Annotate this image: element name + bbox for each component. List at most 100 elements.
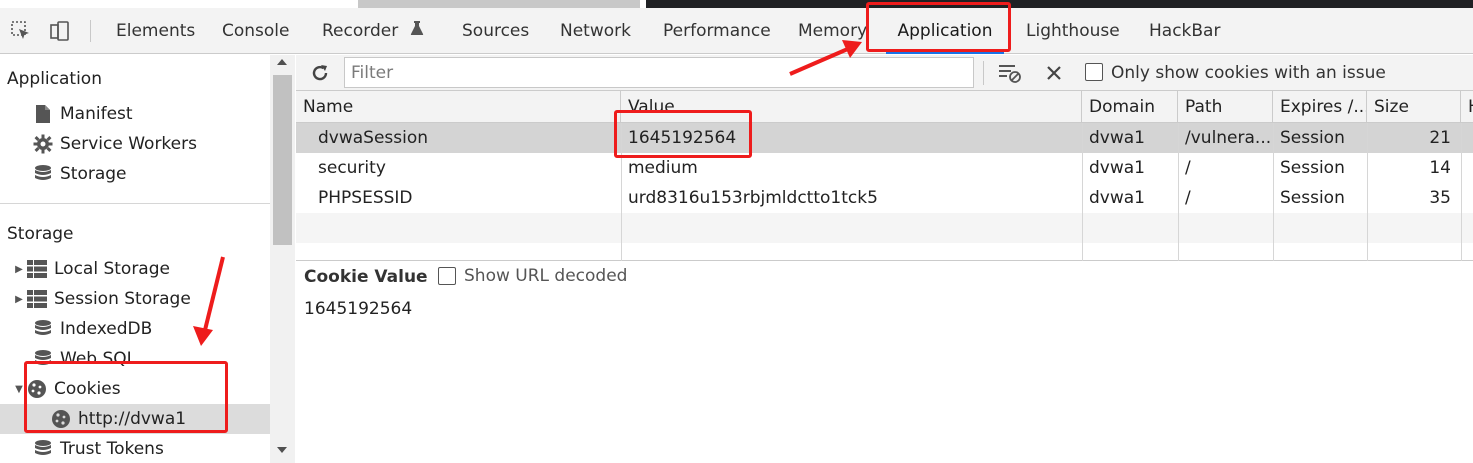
show-url-decoded-checkbox[interactable] [438, 267, 456, 285]
column-header-name[interactable]: Name [296, 91, 621, 123]
tab-recorder-label: Recorder [322, 21, 399, 41]
sidebar-divider [0, 203, 270, 204]
scroll-up-icon[interactable] [277, 59, 287, 65]
expand-arrow-icon[interactable]: ▶ [12, 294, 26, 305]
sidebar-item-storage[interactable]: Storage [0, 159, 270, 189]
scrollbar-thumb[interactable] [273, 75, 292, 245]
cell-domain: dvwa1 [1089, 158, 1145, 178]
cell-name: dvwaSession [318, 128, 429, 148]
tab-hackbar[interactable]: HackBar [1149, 8, 1220, 54]
sidebar-heading-application: Application [7, 69, 102, 89]
tab-performance[interactable]: Performance [663, 8, 771, 54]
tab-console[interactable]: Console [222, 8, 290, 54]
filter-input[interactable] [344, 57, 974, 88]
column-header-expires[interactable]: Expires /... [1273, 91, 1367, 123]
scroll-down-icon[interactable] [277, 447, 287, 453]
refresh-icon[interactable] [308, 61, 332, 85]
tab-lighthouse[interactable]: Lighthouse [1026, 8, 1120, 54]
cookie-value-title: Cookie Value [304, 267, 428, 287]
file-icon [32, 103, 54, 125]
browser-address-strip [646, 0, 1473, 8]
column-divider [1178, 123, 1179, 261]
gear-icon [32, 133, 54, 155]
table-row[interactable]: PHPSESSID urd8316u153rbjmldctto1tck5 dvw… [296, 183, 1473, 213]
column-header-size[interactable]: Size [1367, 91, 1461, 123]
sidebar-item-manifest[interactable]: Manifest [0, 99, 270, 129]
sidebar-item-cookies[interactable]: ▼ Cookies [0, 374, 270, 404]
device-toolbar-icon[interactable] [46, 18, 72, 44]
browser-top-strip [0, 0, 1473, 8]
sidebar-item-label: IndexedDB [60, 319, 153, 339]
application-sidebar: Application Manifest Service Workers Sto… [0, 55, 295, 463]
close-icon[interactable] [1042, 61, 1066, 85]
sidebar-item-label: http://dvwa1 [78, 409, 187, 429]
sidebar-item-service-workers[interactable]: Service Workers [0, 129, 270, 159]
sidebar-item-label: Trust Tokens [60, 439, 164, 459]
cell-value: medium [628, 158, 698, 178]
table-row-empty [296, 213, 1473, 243]
cookies-panel: Only show cookies with an issue Name Val… [296, 55, 1473, 463]
database-icon [32, 438, 54, 460]
cell-path: /vulnera... [1185, 128, 1272, 148]
cell-size: 14 [1429, 158, 1451, 178]
inspect-element-icon[interactable] [8, 18, 34, 44]
toolbar-separator [90, 20, 91, 42]
database-icon [32, 348, 54, 370]
tab-elements[interactable]: Elements [116, 8, 195, 54]
sidebar-item-web-sql[interactable]: Web SQL [0, 344, 270, 374]
cookie-value-text: 1645192564 [304, 299, 413, 319]
devtools-tab-bar: Elements Console Recorder Sources Networ… [0, 8, 1473, 54]
sidebar-item-session-storage[interactable]: ▶ Session Storage [0, 284, 270, 314]
table-row[interactable]: dvwaSession 1645192564 dvwa1 /vulnera...… [296, 123, 1473, 153]
sidebar-scrollbar[interactable] [270, 55, 295, 463]
column-header-path[interactable]: Path [1178, 91, 1273, 123]
tab-memory[interactable]: Memory [798, 8, 867, 54]
collapse-arrow-icon[interactable]: ▼ [12, 384, 26, 395]
grid-icon [26, 288, 48, 310]
sidebar-item-cookies-dvwa1[interactable]: http://dvwa1 [0, 404, 270, 434]
sidebar-item-label: Local Storage [54, 259, 170, 279]
cell-size: 21 [1429, 128, 1451, 148]
tab-recorder[interactable]: Recorder [322, 8, 424, 54]
cookies-toolbar: Only show cookies with an issue [296, 55, 1473, 91]
column-divider [1082, 123, 1083, 261]
cookies-table: Name Value Domain Path Expires /... Size… [296, 91, 1473, 261]
cell-value: 1645192564 [628, 128, 737, 148]
sidebar-item-trust-tokens[interactable]: Trust Tokens [0, 434, 270, 463]
column-divider [1273, 123, 1274, 261]
cell-expires: Session [1280, 128, 1345, 148]
flask-icon [410, 8, 424, 54]
tab-application[interactable]: Application [886, 8, 1004, 54]
cell-domain: dvwa1 [1089, 188, 1145, 208]
cell-name: security [318, 158, 386, 178]
sidebar-item-local-storage[interactable]: ▶ Local Storage [0, 254, 270, 284]
cell-size: 35 [1429, 188, 1451, 208]
cell-path: / [1185, 158, 1191, 178]
sidebar-item-indexeddb[interactable]: IndexedDB [0, 314, 270, 344]
only-issues-checkbox[interactable] [1085, 63, 1103, 81]
database-icon [32, 318, 54, 340]
tab-network[interactable]: Network [560, 8, 631, 54]
column-header-domain[interactable]: Domain [1082, 91, 1178, 123]
cell-expires: Session [1280, 158, 1345, 178]
grid-icon [26, 258, 48, 280]
cookie-icon [50, 408, 72, 430]
tab-sources[interactable]: Sources [462, 8, 529, 54]
cell-path: / [1185, 188, 1191, 208]
show-url-decoded-label: Show URL decoded [464, 266, 628, 286]
cell-value: urd8316u153rbjmldctto1tck5 [628, 188, 878, 208]
cell-expires: Session [1280, 188, 1345, 208]
sidebar-item-label: Cookies [54, 379, 121, 399]
browser-tab-strip [358, 0, 640, 8]
clear-filtered-icon[interactable] [998, 61, 1022, 85]
database-icon [32, 163, 54, 185]
sidebar-item-label: Service Workers [60, 134, 197, 154]
toolbar-separator [983, 61, 984, 85]
sidebar-heading-storage: Storage [7, 224, 74, 244]
column-header-httponly[interactable]: H [1461, 91, 1473, 123]
column-header-value[interactable]: Value [621, 91, 1082, 123]
sidebar-item-label: Session Storage [54, 289, 191, 309]
table-row[interactable]: security medium dvwa1 / Session 14 [296, 153, 1473, 183]
expand-arrow-icon[interactable]: ▶ [12, 264, 26, 275]
sidebar-item-label: Storage [60, 164, 127, 184]
